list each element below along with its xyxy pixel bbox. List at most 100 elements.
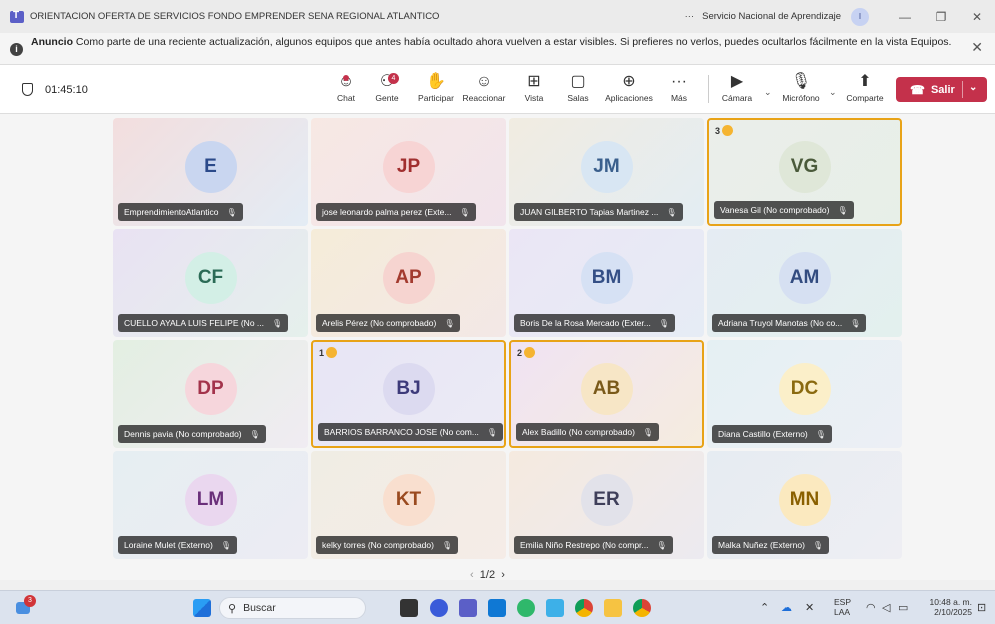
hand-order: 1 <box>319 347 325 358</box>
outlook-icon[interactable] <box>488 599 506 617</box>
participant-tile[interactable]: 1 BJ BARRIOS BARRANCO JOSE (No com... 🎙 <box>311 340 506 448</box>
microphone-options-chevron-icon[interactable]: ⌄ <box>829 87 837 98</box>
clock[interactable]: 10:48 a. m. 2/10/2025 <box>920 597 972 617</box>
close-announcement-button[interactable]: ✕ <box>971 40 983 54</box>
more-label: Más <box>670 93 688 103</box>
participant-name: Adriana Truyol Manotas (No co... <box>718 318 843 328</box>
camera-options-chevron-icon[interactable]: ⌄ <box>764 87 772 98</box>
info-icon: i <box>10 43 23 56</box>
folder-icon[interactable] <box>604 599 622 617</box>
participant-tile[interactable]: JP jose leonardo palma perez (Exte... 🎙 <box>311 118 506 226</box>
participant-avatar: JM <box>580 141 633 193</box>
mic-muted-icon: 🎙 <box>656 540 667 550</box>
wifi-icon[interactable]: ◠ <box>866 601 876 614</box>
chrome-profile-icon[interactable] <box>633 599 651 617</box>
mic-muted-icon: 🎙 <box>837 205 848 215</box>
taskbar-search[interactable]: ⚲ Buscar <box>219 597 366 619</box>
window-title: ORIENTACION OFERTA DE SERVICIOS FONDO EM… <box>30 11 440 22</box>
participant-avatar: AP <box>382 252 435 304</box>
org-avatar[interactable]: I <box>851 7 869 26</box>
participant-tile[interactable]: DP Dennis pavia (No comprobado) 🎙 <box>113 340 308 448</box>
raise-hand-button[interactable]: ✋ Participar <box>415 71 457 103</box>
participant-name: Dennis pavia (No comprobado) <box>124 429 242 439</box>
participant-tile[interactable]: MN Malka Nuñez (Externo) 🎙 <box>707 451 902 559</box>
app-icon[interactable] <box>517 599 535 617</box>
camera-button[interactable]: ▶ Cámara <box>720 71 754 103</box>
minimize-button[interactable]: — <box>887 10 923 24</box>
view-button[interactable]: ⊞ Vista <box>521 71 547 103</box>
task-view-icon[interactable] <box>400 599 418 617</box>
participant-name: Vanesa Gil (No comprobado) <box>720 205 830 215</box>
teams-icon[interactable] <box>459 599 477 617</box>
participant-tile[interactable]: CF CUELLO AYALA LUIS FELIPE (No ... 🎙 <box>113 229 308 337</box>
participant-name-tag: Emilia Niño Restrepo (No compr... 🎙 <box>514 536 673 554</box>
onedrive-icon[interactable]: ☁ <box>781 601 792 614</box>
participant-avatar: AM <box>778 252 831 304</box>
more-options-icon[interactable]: ··· <box>685 11 695 22</box>
close-window-button[interactable]: ✕ <box>959 10 995 24</box>
participant-avatar: VG <box>778 141 831 193</box>
share-button[interactable]: ⬆ Comparte <box>843 71 887 103</box>
participant-tile[interactable]: KT kelky torres (No comprobado) 🎙 <box>311 451 506 559</box>
participant-name: BARRIOS BARRANCO JOSE (No com... <box>324 427 479 437</box>
react-button[interactable]: ☺ Reaccionar <box>460 71 508 103</box>
chat-button[interactable]: ☺ Chat <box>333 71 359 103</box>
people-button[interactable]: ⚇ 4 Gente <box>371 71 403 103</box>
share-label: Comparte <box>846 93 884 103</box>
mic-muted-icon[interactable]: ✕ <box>805 601 814 614</box>
more-button[interactable]: ··· Más <box>666 71 692 103</box>
participant-name: EmprendimientoAtlantico <box>124 207 219 217</box>
participant-tile[interactable]: DC Diana Castillo (Externo) 🎙 <box>707 340 902 448</box>
widgets-badge: 3 <box>24 595 36 607</box>
participant-name: jose leonardo palma perez (Exte... <box>322 207 452 217</box>
chrome-icon[interactable] <box>575 599 593 617</box>
people-icon: ⚇ <box>379 73 395 90</box>
participant-name-tag: Arelis Pérez (No comprobado) 🎙 <box>316 314 461 332</box>
mic-muted-icon: 🎙 <box>441 540 453 550</box>
raised-hand-indicator: 2 <box>517 347 536 358</box>
volume-icon[interactable]: ◁ <box>882 601 890 614</box>
leave-button[interactable]: ☎ Salir ⌄ <box>896 77 987 102</box>
rooms-icon: ▢ <box>570 73 586 90</box>
participant-tile[interactable]: E EmprendimientoAtlantico 🎙 <box>113 118 308 226</box>
restore-button[interactable]: ❐ <box>923 10 959 24</box>
org-name[interactable]: Servicio Nacional de Aprendizaje <box>702 11 841 22</box>
participant-tile[interactable]: ER Emilia Niño Restrepo (No compr... 🎙 <box>509 451 704 559</box>
participant-avatar: AB <box>580 363 633 415</box>
participant-tile[interactable]: AM Adriana Truyol Manotas (No co... 🎙 <box>707 229 902 337</box>
store-icon[interactable] <box>546 599 564 617</box>
keyboard-layout: LAA <box>834 607 851 617</box>
participant-avatar: KT <box>382 474 435 526</box>
microphone-button[interactable]: 🎙 Micrófono <box>778 71 824 103</box>
raised-hand-icon <box>722 125 734 136</box>
participant-tile[interactable]: 2 AB Alex Badillo (No comprobado) 🎙 <box>509 340 704 448</box>
participant-tile[interactable]: JM JUAN GILBERTO Tapias Martinez ... 🎙 <box>509 118 704 226</box>
participant-tile[interactable]: 3 VG Vanesa Gil (No comprobado) 🎙 <box>707 118 902 226</box>
input-language[interactable]: ESP LAA <box>834 597 851 617</box>
language-code: ESP <box>834 597 852 607</box>
widgets-button[interactable]: 3 <box>16 595 36 617</box>
camera-label: Cámara <box>721 93 753 103</box>
participant-name-tag: EmprendimientoAtlantico 🎙 <box>118 203 243 221</box>
rooms-button[interactable]: ▢ Salas <box>563 71 593 103</box>
raised-hand-indicator: 3 <box>715 125 734 136</box>
next-page-button[interactable]: › <box>501 569 505 581</box>
leave-options-chevron-icon[interactable]: ⌄ <box>969 82 977 93</box>
previous-page-button[interactable]: ‹ <box>470 569 474 581</box>
apps-button[interactable]: ⊕ Aplicaciones <box>602 71 656 103</box>
announcement-banner: i Anuncio Como parte de una reciente act… <box>0 33 995 65</box>
participant-tile[interactable]: LM Loraine Mulet (Externo) 🎙 <box>113 451 308 559</box>
meet-icon[interactable] <box>430 599 448 617</box>
participant-tile[interactable]: BM Boris De la Rosa Mercado (Exter... 🎙 <box>509 229 704 337</box>
participant-name: Loraine Mulet (Externo) <box>124 540 213 550</box>
battery-icon[interactable]: ▭ <box>898 601 908 614</box>
leave-label: Salir <box>930 83 955 96</box>
elapsed-time: 01:45:10 <box>45 83 88 96</box>
participant-name-tag: Loraine Mulet (Externo) 🎙 <box>118 536 237 554</box>
mic-muted-icon: 🎙 <box>815 429 826 439</box>
participant-tile[interactable]: AP Arelis Pérez (No comprobado) 🎙 <box>311 229 506 337</box>
notifications-icon[interactable]: ⊡ <box>977 601 986 614</box>
tray-overflow-icon[interactable]: ⌃ <box>760 601 769 614</box>
start-button[interactable] <box>193 599 211 617</box>
mic-muted-icon: 🎙 <box>812 540 824 550</box>
